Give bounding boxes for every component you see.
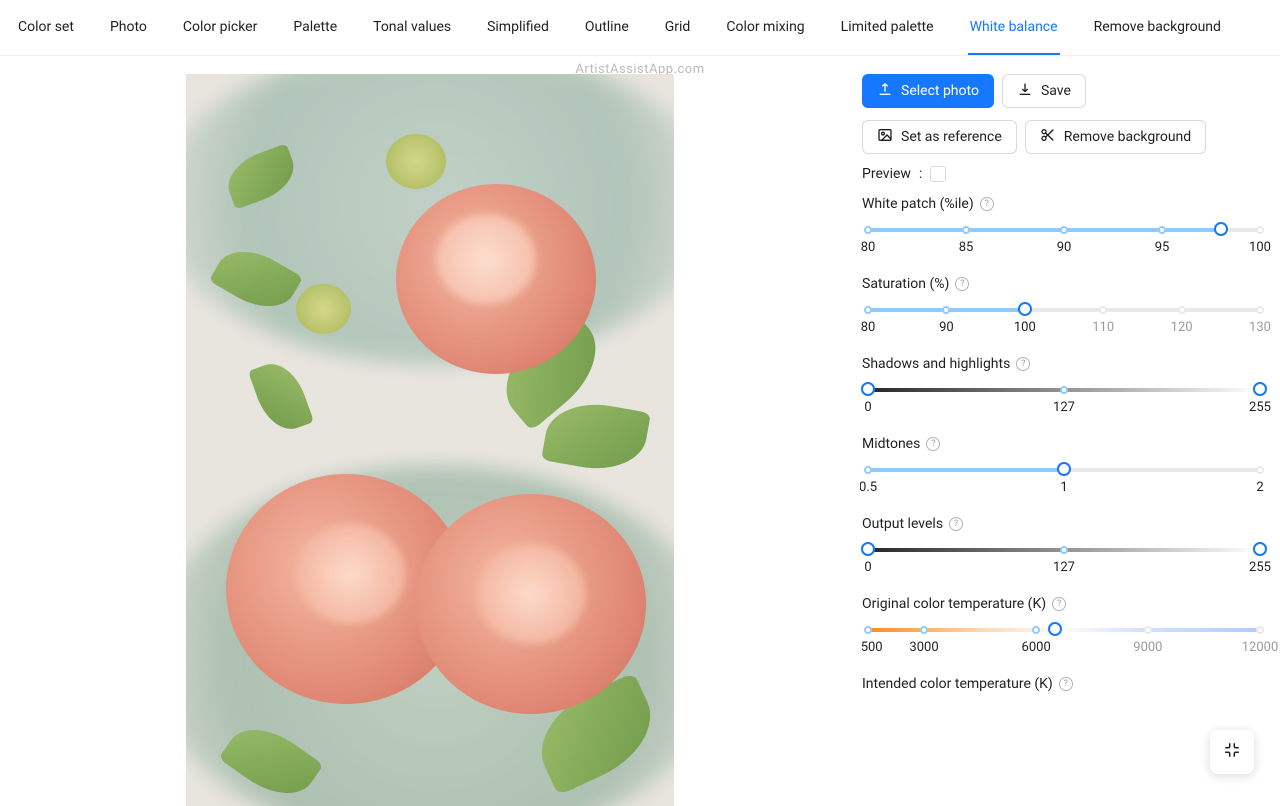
main-tabs: Color set Photo Color picker Palette Ton… — [0, 0, 1280, 56]
tab-remove-background[interactable]: Remove background — [1092, 0, 1223, 55]
upload-icon — [877, 81, 893, 101]
tab-outline[interactable]: Outline — [583, 0, 631, 55]
midtones-label: Midtones — [862, 436, 920, 452]
remove-background-button[interactable]: Remove background — [1025, 120, 1206, 154]
saturation-label: Saturation (%) — [862, 276, 949, 292]
tab-grid[interactable]: Grid — [663, 0, 693, 55]
slider-handle[interactable] — [1057, 462, 1071, 476]
set-reference-label: Set as reference — [901, 129, 1002, 145]
controls-sidebar: Select photo Save Set as reference R — [860, 56, 1280, 800]
slider-handle[interactable] — [1048, 622, 1062, 636]
canvas-area — [0, 56, 860, 800]
help-icon[interactable]: ? — [1052, 597, 1066, 611]
tab-photo[interactable]: Photo — [108, 0, 149, 55]
slider-handle[interactable] — [1214, 222, 1228, 236]
preview-label: Preview — [862, 166, 911, 182]
help-icon[interactable]: ? — [980, 197, 994, 211]
image-icon — [877, 127, 893, 147]
orig-temp-label: Original color temperature (K) — [862, 596, 1046, 612]
help-icon[interactable]: ? — [1059, 677, 1073, 691]
slider-handle-low[interactable] — [861, 542, 875, 556]
fullscreen-exit-button[interactable] — [1210, 730, 1254, 774]
help-icon[interactable]: ? — [1016, 357, 1030, 371]
help-icon[interactable]: ? — [949, 517, 963, 531]
tab-white-balance[interactable]: White balance — [968, 0, 1060, 55]
tab-color-set[interactable]: Color set — [16, 0, 76, 55]
tab-simplified[interactable]: Simplified — [485, 0, 551, 55]
set-reference-button[interactable]: Set as reference — [862, 120, 1017, 154]
scissors-icon — [1040, 127, 1056, 147]
select-photo-button[interactable]: Select photo — [862, 74, 994, 108]
slider-handle-low[interactable] — [861, 382, 875, 396]
tab-tonal-values[interactable]: Tonal values — [371, 0, 453, 55]
help-icon[interactable]: ? — [926, 437, 940, 451]
select-photo-label: Select photo — [901, 83, 979, 99]
save-button[interactable]: Save — [1002, 74, 1086, 108]
remove-background-label: Remove background — [1064, 129, 1191, 145]
tab-palette[interactable]: Palette — [291, 0, 339, 55]
midtones-slider[interactable] — [868, 464, 1260, 476]
output-levels-slider[interactable] — [868, 544, 1260, 556]
fullscreen-exit-icon — [1223, 741, 1241, 763]
shadows-highlights-slider[interactable] — [868, 384, 1260, 396]
tab-color-mixing[interactable]: Color mixing — [724, 0, 806, 55]
shadows-highlights-label: Shadows and highlights — [862, 356, 1010, 372]
output-levels-label: Output levels — [862, 516, 943, 532]
help-icon[interactable]: ? — [955, 277, 969, 291]
tab-limited-palette[interactable]: Limited palette — [839, 0, 936, 55]
white-patch-label: White patch (%ile) — [862, 196, 974, 212]
intended-temp-label: Intended color temperature (K) — [862, 676, 1053, 692]
saturation-slider[interactable] — [868, 304, 1260, 316]
slider-handle[interactable] — [1018, 302, 1032, 316]
preview-checkbox[interactable] — [930, 166, 946, 182]
white-patch-slider[interactable] — [868, 224, 1260, 236]
reference-photo[interactable] — [186, 74, 674, 806]
slider-handle-high[interactable] — [1253, 542, 1267, 556]
download-icon — [1017, 81, 1033, 101]
orig-temp-slider[interactable] — [868, 624, 1260, 636]
slider-handle-high[interactable] — [1253, 382, 1267, 396]
save-label: Save — [1041, 83, 1071, 99]
tab-color-picker[interactable]: Color picker — [181, 0, 259, 55]
